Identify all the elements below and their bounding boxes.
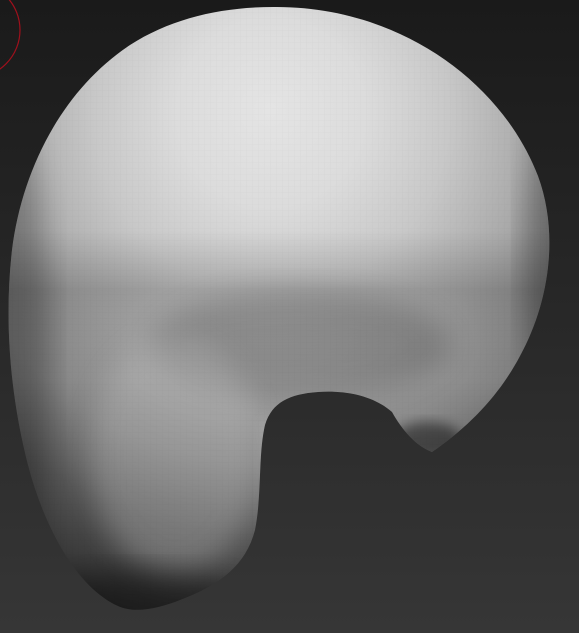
viewport-canvas[interactable] (0, 0, 579, 633)
sculpt-viewport[interactable] (0, 0, 579, 633)
